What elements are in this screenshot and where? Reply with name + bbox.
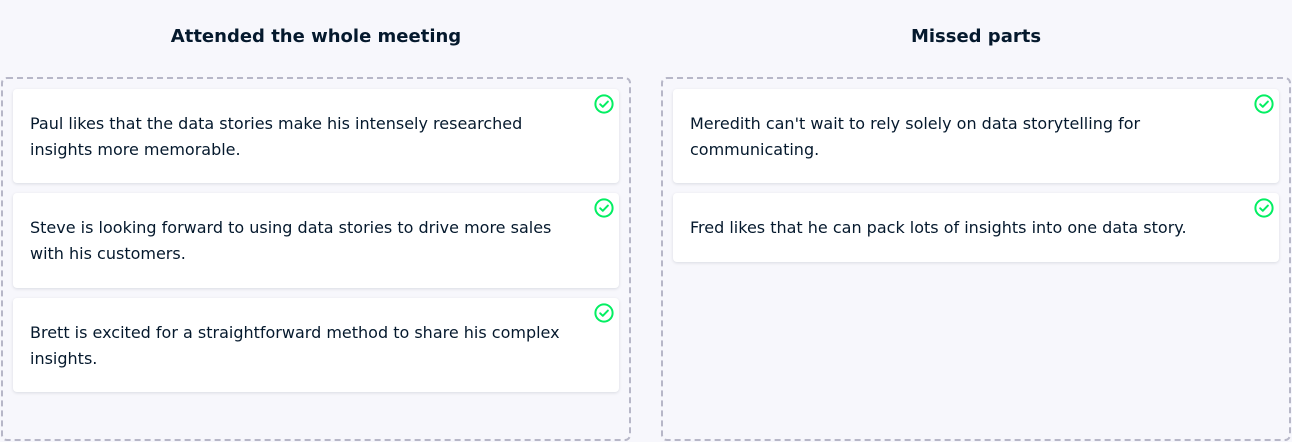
draggable-card[interactable]: Fred likes that he can pack lots of insi… bbox=[673, 193, 1279, 262]
check-circle-icon bbox=[594, 198, 614, 218]
draggable-card[interactable]: Meredith can't wait to rely solely on da… bbox=[673, 89, 1279, 183]
draggable-card[interactable]: Brett is excited for a straightforward m… bbox=[13, 298, 619, 392]
dropzone-attended-whole-meeting[interactable]: Paul likes that the data stories make hi… bbox=[1, 77, 631, 441]
column-title: Attended the whole meeting bbox=[170, 26, 462, 47]
dropzone-missed-parts[interactable]: Meredith can't wait to rely solely on da… bbox=[661, 77, 1291, 441]
card-text: Meredith can't wait to rely solely on da… bbox=[690, 114, 1141, 159]
draggable-card[interactable]: Steve is looking forward to using data s… bbox=[13, 193, 619, 288]
check-circle-icon bbox=[594, 303, 614, 323]
check-circle-icon bbox=[594, 94, 614, 114]
card-text: Fred likes that he can pack lots of insi… bbox=[690, 218, 1187, 237]
draggable-card[interactable]: Paul likes that the data stories make hi… bbox=[13, 89, 619, 183]
check-circle-icon bbox=[1254, 198, 1274, 218]
card-text: Paul likes that the data stories make hi… bbox=[30, 114, 523, 159]
card-text: Steve is looking forward to using data s… bbox=[30, 218, 552, 263]
card-text: Brett is excited for a straightforward m… bbox=[30, 323, 560, 368]
column-title: Missed parts bbox=[910, 26, 1042, 47]
drag-drop-board: Attended the whole meeting Paul likes th… bbox=[0, 0, 1292, 442]
check-circle-icon bbox=[1254, 94, 1274, 114]
